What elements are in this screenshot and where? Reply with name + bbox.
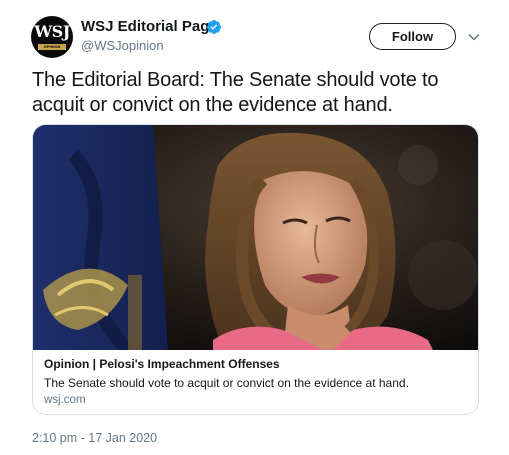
link-card[interactable]: Opinion | Pelosi's Impeachment Offenses … [32,124,479,415]
avatar[interactable]: WSJ OPINION [31,16,73,58]
display-name[interactable]: WSJ Editorial Page [81,18,218,35]
follow-button[interactable]: Follow [369,23,456,50]
avatar-logo-text: WSJ [34,22,70,41]
card-description: The Senate should vote to acquit or conv… [44,376,409,390]
card-title: Opinion | Pelosi's Impeachment Offenses [44,357,280,371]
tweet-text: The Editorial Board: The Senate should v… [32,69,439,116]
chevron-down-icon[interactable] [466,29,482,45]
timestamp[interactable]: 2:10 pm - 17 Jan 2020 [32,431,157,445]
card-domain: wsj.com [44,394,86,406]
card-image [33,125,478,350]
verified-badge-icon [206,20,221,34]
handle[interactable]: @WSJopinion [81,38,164,53]
avatar-logo-subtext: OPINION [38,44,66,50]
tweet: WSJ OPINION WSJ Editorial Page @WSJopini… [0,0,509,455]
